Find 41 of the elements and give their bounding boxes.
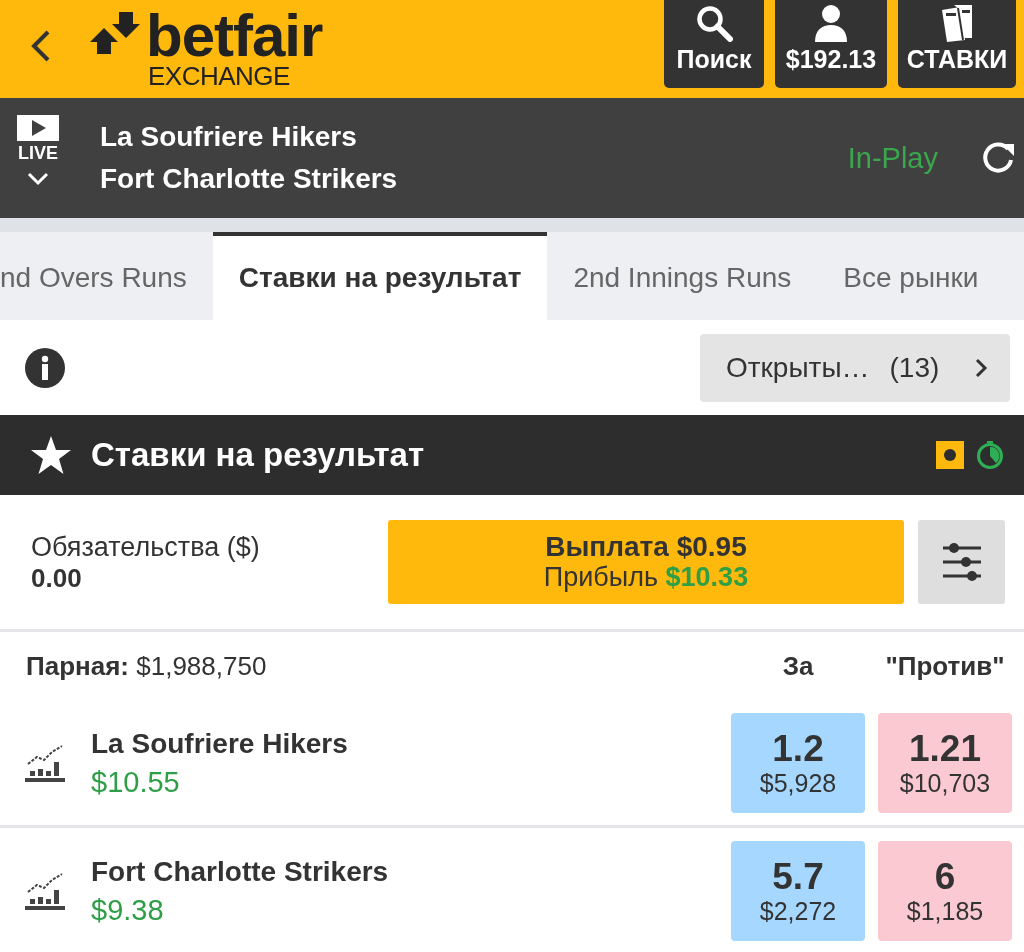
market-tab[interactable]: Ставки на результат [212, 232, 548, 320]
runner-profit: $10.55 [91, 765, 181, 798]
search-icon [695, 4, 733, 42]
back-column-heading: За [781, 650, 815, 682]
lay-column-heading: "Против" [884, 650, 1006, 682]
team-name: Fort Charlotte Strikers [100, 163, 398, 195]
runner-profit: $9.38 [91, 893, 165, 926]
team-name: La Soufriere Hikers [100, 121, 358, 153]
market-tab[interactable]: Все рынки [817, 232, 1005, 320]
bar-chart-icon[interactable] [25, 743, 65, 782]
star-button[interactable] [30, 435, 72, 475]
bets-button[interactable]: СТАВКИ [898, 0, 1016, 88]
person-icon [812, 4, 850, 42]
refresh-button[interactable] [980, 140, 1016, 176]
matched-amount: Парная: $1,988,750 [26, 650, 267, 682]
market-tab[interactable]: 2nd Innings Runs [547, 232, 818, 320]
market-tab[interactable]: nd Overs Runs [0, 232, 213, 320]
logo-name: betfair [146, 10, 323, 62]
sliders-icon [940, 542, 983, 582]
account-button[interactable]: $192.13 [775, 0, 887, 88]
lay-odds-button[interactable]: 1.21 $10,703 [878, 712, 1012, 813]
liability-value: 0.00 [31, 562, 83, 593]
bar-chart-icon[interactable] [25, 871, 65, 910]
settings-button[interactable] [918, 520, 1005, 604]
live-toggle[interactable]: LIVE [15, 115, 61, 201]
logo-subtitle: EXCHANGE [148, 62, 291, 90]
open-bets-button[interactable]: Открыты… (13) [700, 333, 1010, 402]
in-play-status: In-Play [847, 141, 938, 175]
info-button[interactable] [25, 347, 65, 388]
market-title: Ставки на результат [91, 436, 425, 474]
cash-out-button[interactable]: Выплата $0.95 Прибыль $10.33 [388, 520, 904, 604]
timer-icon [976, 441, 1004, 469]
play-icon [17, 115, 59, 141]
lay-odds-button[interactable]: 6 $1,185 [878, 840, 1012, 941]
back-odds-button[interactable]: 1.2 $5,928 [731, 712, 865, 813]
liability-label: Обязательства ($) [31, 531, 260, 562]
runner-name: Fort Charlotte Strikers [91, 855, 389, 888]
search-button[interactable]: Поиск [664, 0, 764, 88]
runner-name: La Soufriere Hikers [91, 727, 348, 760]
back-odds-button[interactable]: 5.7 $2,272 [731, 840, 865, 941]
chevron-down-icon [26, 171, 50, 187]
